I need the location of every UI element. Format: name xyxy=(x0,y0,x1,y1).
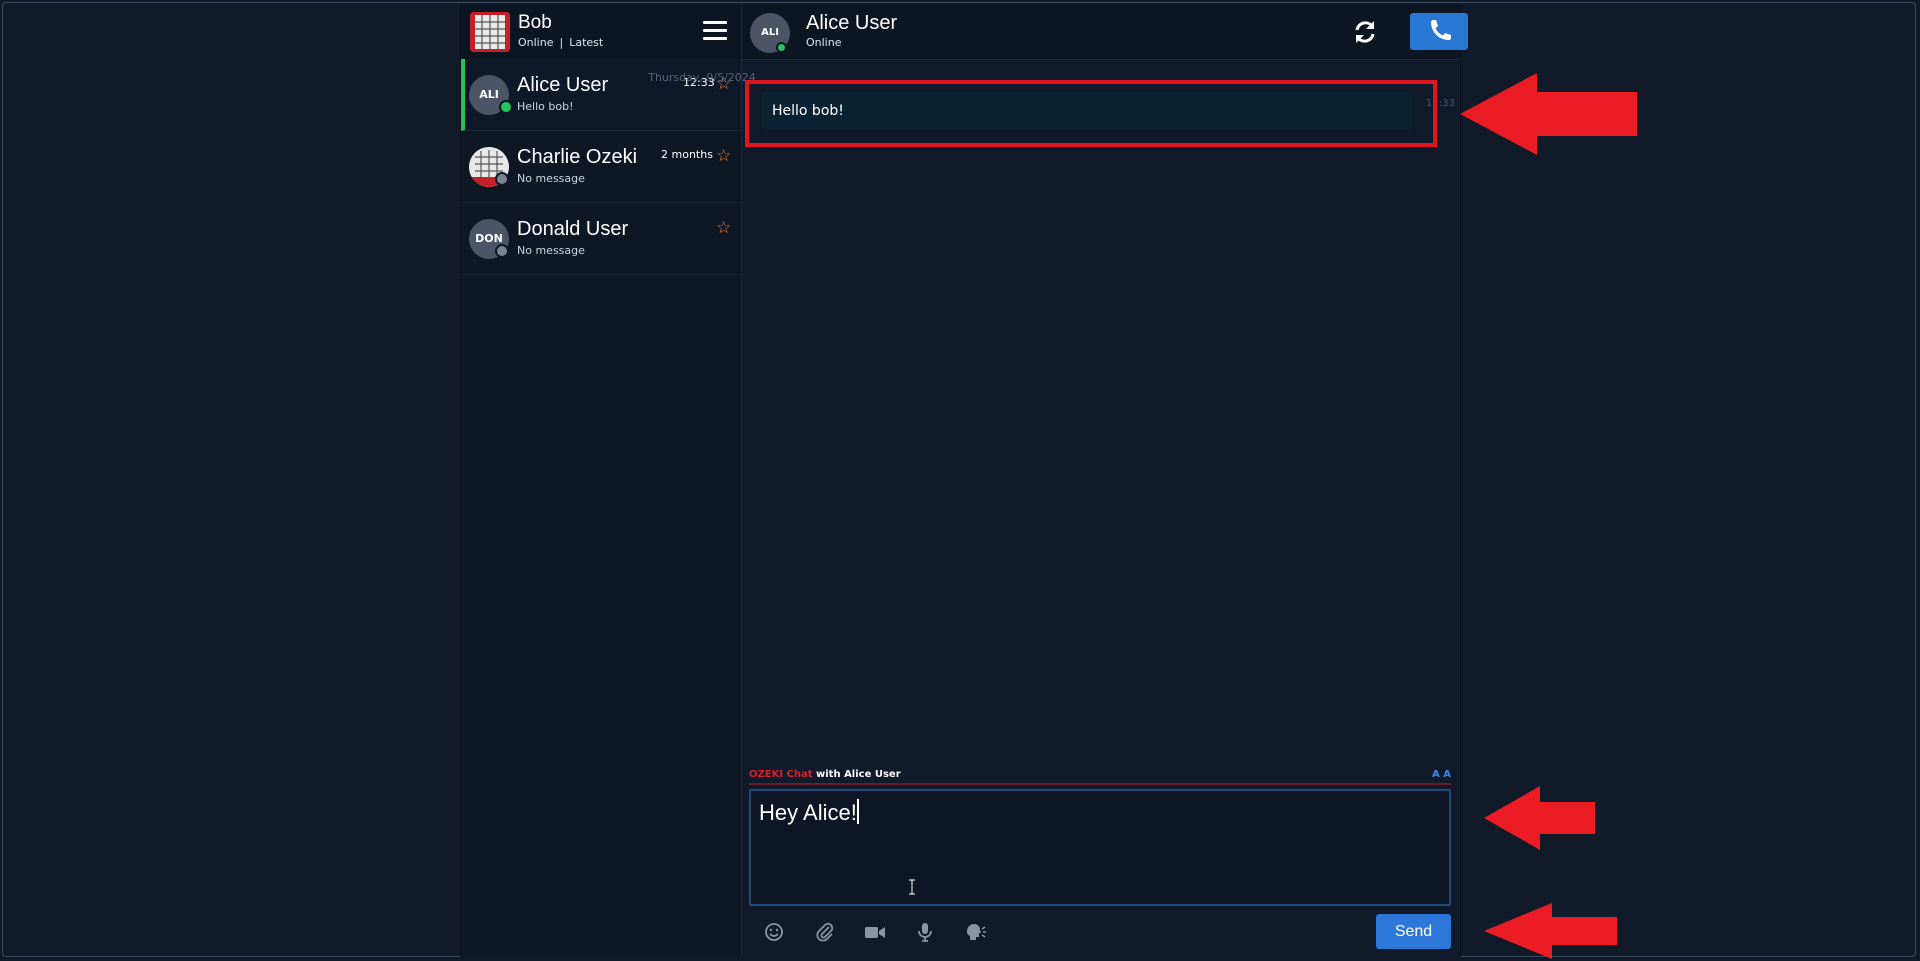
message-text: Hello bob! xyxy=(772,103,844,119)
contact-time: 2 months xyxy=(661,148,713,161)
my-avatar[interactable] xyxy=(470,12,510,52)
call-button[interactable] xyxy=(1410,13,1468,50)
video-icon[interactable] xyxy=(863,920,887,944)
send-button[interactable]: Send xyxy=(1376,914,1451,949)
message-input[interactable]: Hey Alice! xyxy=(749,789,1451,906)
annotation-arrow-icon xyxy=(1484,903,1617,959)
microphone-icon[interactable] xyxy=(913,920,937,944)
offline-status-dot xyxy=(495,172,509,186)
filter-latest[interactable]: Latest xyxy=(569,36,603,49)
contact-last-message: No message xyxy=(517,172,585,185)
message-time: 12:33 xyxy=(1426,98,1455,109)
message-input-value: Hey Alice! xyxy=(759,799,859,825)
chat-with-label: with Alice User xyxy=(816,769,901,780)
message-bubble[interactable]: Hello bob! xyxy=(762,92,1412,130)
text-cursor-icon xyxy=(909,879,915,895)
phone-icon xyxy=(1431,20,1451,40)
annotation-arrow-icon xyxy=(1460,73,1637,155)
attach-icon[interactable] xyxy=(813,920,837,944)
star-icon[interactable]: ☆ xyxy=(716,146,731,166)
online-status-dot xyxy=(499,100,513,114)
divider xyxy=(749,783,1451,785)
contact-last-message: Hello bob! xyxy=(517,100,574,113)
date-separator: Thursday, 9/5/2024 xyxy=(648,71,756,84)
status-separator: | xyxy=(559,36,564,49)
emoji-icon[interactable] xyxy=(762,920,786,944)
chat-partner-name: Alice User xyxy=(806,12,898,34)
font-size-controls[interactable]: A A xyxy=(1432,769,1451,780)
voice-message-icon[interactable] xyxy=(963,920,987,944)
online-status-dot xyxy=(776,42,787,53)
chat-partner-status: Online xyxy=(806,36,842,49)
chat-header: ALI Alice User Online xyxy=(742,5,1468,60)
star-icon[interactable]: ☆ xyxy=(716,218,731,238)
contact-last-message: No message xyxy=(517,244,585,257)
contact-item-donald[interactable]: DON Donald User No message ☆ xyxy=(461,203,741,275)
contact-item-charlie[interactable]: Charlie Ozeki No message 2 months ☆ xyxy=(461,131,741,203)
contact-name: Alice User xyxy=(517,74,609,96)
composer-meta: OZEKI Chat with Alice User A A xyxy=(749,769,1451,783)
my-status-line: Online | Latest xyxy=(518,36,603,49)
contact-name: Donald User xyxy=(517,218,629,240)
brand-label: OZEKI Chat xyxy=(749,769,813,780)
menu-icon[interactable] xyxy=(703,21,727,43)
refresh-icon[interactable] xyxy=(1350,17,1380,47)
contact-item-alice[interactable]: ALI Alice User Hello bob! 12:33 ☆ xyxy=(461,59,741,131)
sidebar: Bob Online | Latest ALI Alice User Hello b… xyxy=(461,5,742,957)
my-name: Bob xyxy=(518,12,552,33)
profile-header: Bob Online | Latest xyxy=(461,5,741,60)
my-status[interactable]: Online xyxy=(518,36,553,49)
annotation-arrow-icon xyxy=(1484,786,1595,850)
contact-name: Charlie Ozeki xyxy=(517,146,638,168)
offline-status-dot xyxy=(495,244,509,258)
